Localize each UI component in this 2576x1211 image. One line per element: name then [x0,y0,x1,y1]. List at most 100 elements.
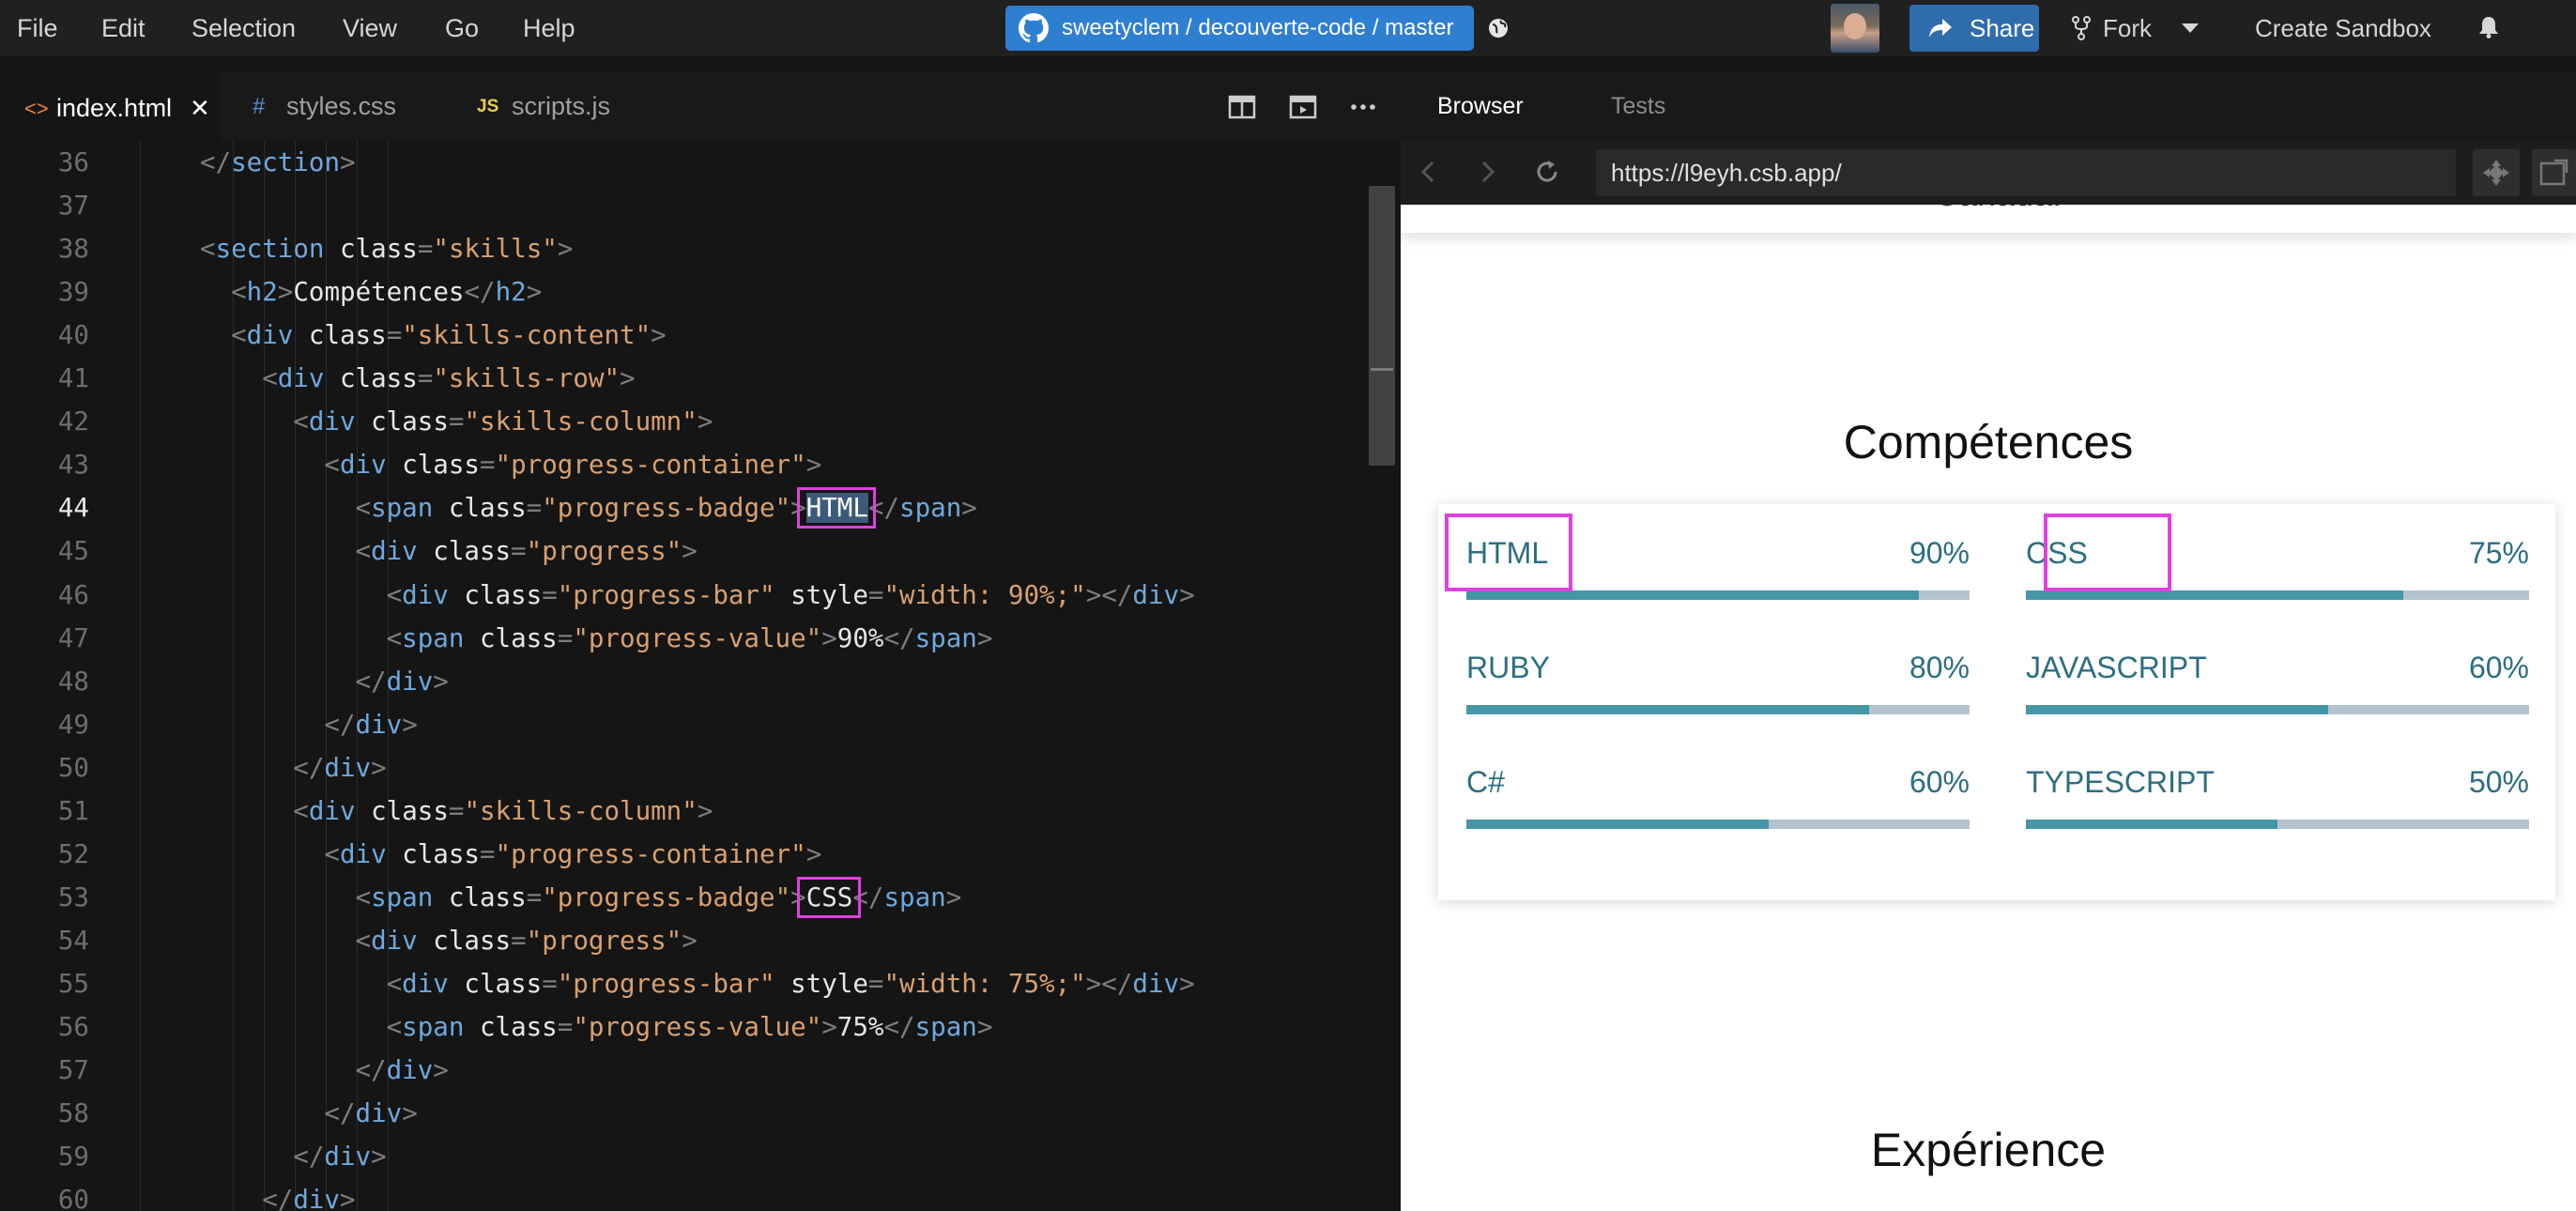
skill-percent: 50% [2468,765,2529,799]
line-number: 43 [57,450,89,481]
tab-scripts-js[interactable]: JS scripts.js [446,72,671,141]
line-number: 41 [57,363,89,394]
code-text: <div class="skills-column"> [293,795,713,826]
code-text: </div> [293,752,387,783]
tab-label: styles.css [286,92,397,120]
preview-tab-bar: Browser Tests [1401,72,2576,141]
line-number: 40 [57,320,89,351]
js-file-icon: JS [477,97,499,116]
html-file-icon: <> [24,97,49,120]
code-text: </div> [324,709,418,740]
line-number: 55 [57,968,89,999]
code-text: <div class="progress-container"> [324,450,822,481]
more-options-icon[interactable] [1349,94,1377,120]
skill-progress-fill [1466,705,1869,714]
line-number: 51 [57,795,89,826]
editor-tab-bar: <> index.html ✕ # styles.css JS scripts.… [0,72,1401,141]
menu-edit[interactable]: Edit [101,0,146,57]
skill-csharp: C# 60% [1466,765,1970,850]
code-text: <span class="progress-value">75%</span> [386,1012,993,1042]
line-number: 56 [57,1012,89,1042]
code-text: <div class="progress"> [355,536,698,567]
preview-icon[interactable] [1289,94,1317,120]
tab-browser[interactable]: Browser [1437,72,1524,141]
browser-viewport[interactable]: Canada. Compétences HTML 90% CSS 75% RUB… [1401,205,2576,1211]
notifications-bell-icon[interactable] [2478,16,2499,38]
scrollbar-position-marker [1371,368,1393,371]
code-text: <span class="progress-badge">CSS</span> [355,881,962,912]
code-line: 47 <span class="progress-value">90%</span… [0,617,1371,660]
line-number: 44 [57,493,89,524]
code-line: 38 <section class="skills"> [0,227,1371,270]
menu-go[interactable]: Go [445,0,479,57]
code-text: <div class="skills-column"> [293,406,713,437]
experience-heading: Expérience [1870,1124,2107,1176]
create-sandbox-button[interactable]: Create Sandbox [2255,0,2431,57]
tab-styles-css[interactable]: # styles.css [221,72,446,141]
code-line: 36 </section> [0,141,1371,184]
tab-label: index.html [56,94,173,122]
back-arrow-icon[interactable] [1416,159,1442,185]
editor-scrollbar[interactable] [1369,186,1395,466]
skill-typescript: TYPESCRIPT 50% [2026,765,2529,850]
skill-progress-fill [2026,705,2328,714]
globe-icon[interactable] [1487,17,1510,39]
code-line: 40 <div class="skills-content"> [0,314,1371,357]
top-menu-bar: File Edit Selection View Go Help sweetyc… [0,0,2576,57]
fork-dropdown-caret-icon[interactable] [2182,23,2199,33]
line-number: 54 [57,925,89,956]
code-line: 46 <div class="progress-bar" style="width… [0,574,1371,617]
skill-progress-track [1466,820,1970,829]
refresh-icon[interactable] [1534,159,1560,185]
menu-view[interactable]: View [343,0,397,57]
share-label: Share [1970,14,2035,42]
skill-progress-track [2026,590,2529,600]
close-tab-icon[interactable]: ✕ [190,74,210,143]
skills-heading: Compétences [1843,416,2134,468]
forward-arrow-icon[interactable] [1474,159,1500,185]
page-header-strip: Canada. [1401,205,2576,233]
line-number: 57 [57,1055,89,1086]
code-text: </section> [200,147,356,177]
user-avatar[interactable] [1831,4,1879,53]
skill-progress-fill [1466,590,1920,600]
fork-button[interactable]: Fork [2071,0,2152,57]
line-number: 53 [57,881,89,912]
cut-off-text: Canada. [1934,205,2062,214]
split-editor-icon[interactable] [1228,94,1256,120]
share-arrow-icon [1929,19,1952,38]
tab-index-html[interactable]: <> index.html ✕ [0,72,221,141]
skill-progress-track [1466,590,1970,600]
skill-percent: 75% [2468,536,2529,570]
html-highlight-box [1445,514,1572,591]
line-number: 59 [57,1142,89,1173]
skill-percent: 60% [1909,765,1970,799]
code-text: </div> [355,666,449,697]
line-number: 48 [57,666,89,697]
skill-percent: 80% [1909,651,1970,684]
expand-icon[interactable] [2473,149,2520,196]
tab-tests[interactable]: Tests [1611,72,1665,141]
skill-javascript: JAVASCRIPT 60% [2026,651,2529,735]
line-number: 38 [57,234,89,265]
code-text: <div class="progress-bar" style="width: … [386,579,1195,610]
skill-progress-track [2026,820,2529,829]
skill-progress-track [2026,705,2529,714]
repository-link[interactable]: sweetyclem / decouverte-code / master [1005,6,1474,51]
code-editor[interactable]: 36 </section> 37 38 <section class="skills">… [0,141,1401,1211]
share-button[interactable]: Share [1909,5,2039,52]
line-number: 58 [57,1098,89,1129]
open-in-new-window-icon[interactable] [2532,149,2576,196]
code-text: </div> [324,1098,418,1129]
line-number: 50 [57,752,89,783]
menu-selection[interactable]: Selection [192,0,296,57]
url-input[interactable]: https://l9eyh.csb.app/ [1596,149,2456,196]
code-line: 39 <h2>Compétences</h2> [0,270,1371,314]
skill-progress-track [1466,705,1970,714]
code-line: 53 <span class="progress-badge">CSS</span… [0,876,1371,919]
code-line: 57 </div> [0,1049,1371,1092]
menu-help[interactable]: Help [523,0,575,57]
code-line: 58 </div> [0,1092,1371,1135]
code-line: 45 <div class="progress"> [0,529,1371,573]
menu-file[interactable]: File [17,0,58,57]
